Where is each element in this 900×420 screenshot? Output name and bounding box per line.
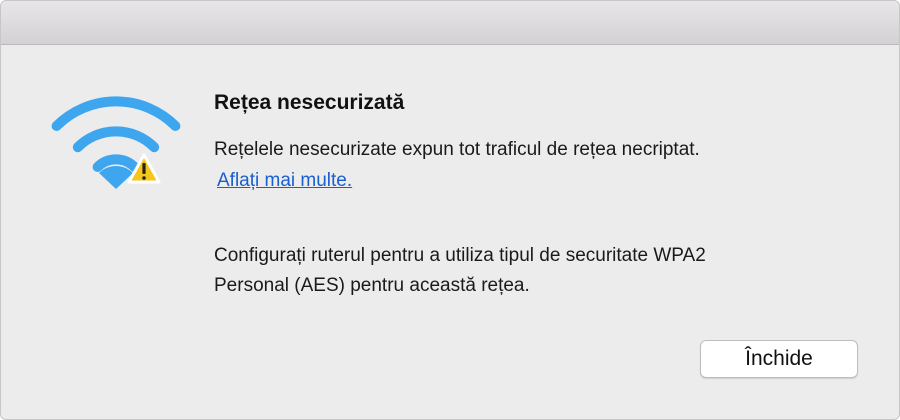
wifi-arc-inner	[92, 154, 140, 172]
wifi-warning-icon	[51, 96, 181, 189]
dialog-title: Rețea nesecurizată	[214, 91, 405, 114]
wifi-wedge	[99, 165, 133, 189]
close-button[interactable]: Închide	[700, 340, 858, 378]
learn-more-link[interactable]: Aflați mai multe.	[217, 170, 352, 192]
wifi-arc-middle	[72, 126, 160, 153]
window-titlebar	[1, 1, 899, 45]
alert-window: Rețea nesecurizată Rețelele nesecurizate…	[0, 0, 900, 420]
advice-text-line-2: Personal (AES) pentru această rețea.	[214, 275, 530, 296]
advice-text-line-1: Configurați ruterul pentru a utiliza tip…	[214, 245, 706, 266]
wifi-arc-outer	[51, 96, 181, 131]
dialog-description: Rețelele nesecurizate expun tot traficul…	[214, 139, 700, 160]
